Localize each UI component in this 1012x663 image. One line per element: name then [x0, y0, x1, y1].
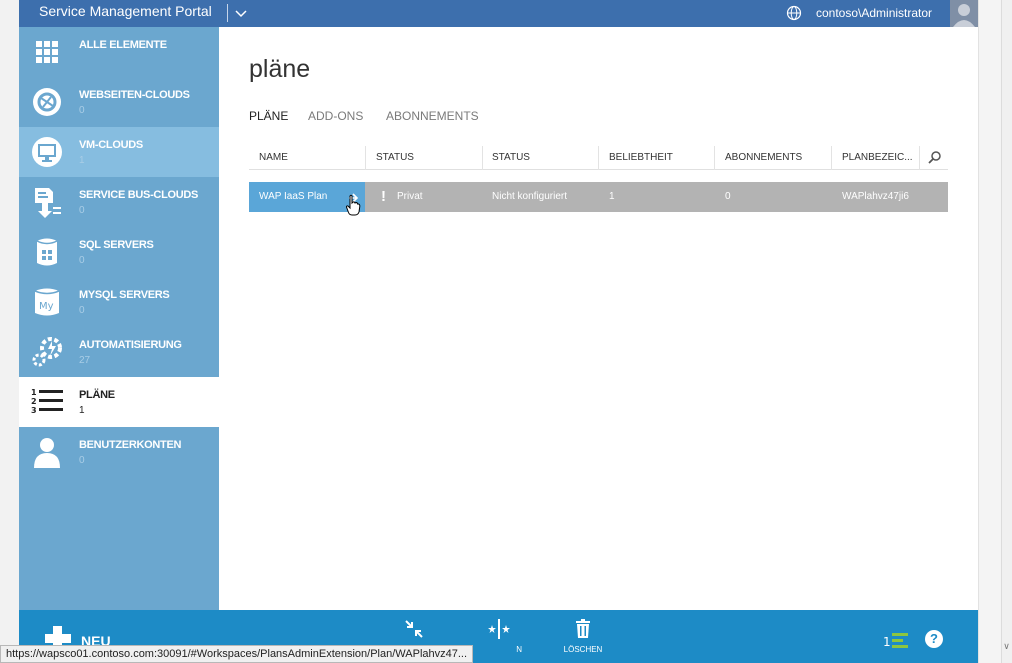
sidebar-item-vm-clouds[interactable]: VM-CLOUDS 1: [19, 127, 219, 177]
sidebar-item-label: ALLE ELEMENTE: [79, 39, 167, 51]
numbered-list-icon: 123: [31, 388, 63, 415]
gears-icon: [32, 337, 62, 367]
column-header-status[interactable]: STATUS: [376, 152, 414, 163]
tab-abonnements[interactable]: ABONNEMENTS: [386, 109, 479, 123]
tab-add-ons[interactable]: ADD-ONS: [308, 109, 363, 123]
numbered-list-icon[interactable]: 1: [883, 630, 913, 652]
svg-text:2: 2: [31, 397, 37, 406]
window-left-margin: [0, 0, 19, 663]
service-bus-icon: [35, 188, 61, 218]
sidebar-item-mysql-servers[interactable]: My MYSQL SERVERS 0: [19, 277, 219, 327]
sidebar-item-label: AUTOMATISIERUNG: [79, 339, 182, 351]
avatar[interactable]: [950, 0, 978, 27]
column-header-beliebtheit[interactable]: BELIEBTHEIT: [609, 152, 673, 163]
globe-icon[interactable]: [786, 5, 802, 21]
title-separator: [227, 4, 228, 22]
column-header-name[interactable]: NAME: [259, 152, 288, 163]
hand-cursor-icon: [345, 194, 361, 216]
svg-text:3: 3: [31, 406, 37, 415]
sidebar-item-sql-servers[interactable]: SQL SERVERS 0: [19, 227, 219, 277]
table-header: NAME STATUS STATUS BELIEBTHEIT ABONNEMEN…: [249, 146, 948, 170]
column-divider: [365, 146, 366, 170]
sidebar-item-label: WEBSEITEN-CLOUDS: [79, 89, 190, 101]
status-bar-url: https://wapsco01.contoso.com:30091/#Work…: [0, 645, 474, 663]
delete-button[interactable]: LÖSCHEN: [558, 618, 608, 658]
sidebar-item-count: 0: [79, 255, 85, 266]
beliebtheit-cell: 1: [609, 191, 615, 202]
sidebar-item-count: 1: [79, 155, 85, 166]
sidebar-item-benutzerkonten[interactable]: BENUTZERKONTEN 0: [19, 427, 219, 477]
delete-button-label: LÖSCHEN: [563, 645, 603, 654]
collapse-arrows-icon: [405, 620, 423, 638]
sidebar-item-count: 27: [79, 355, 91, 366]
sidebar-item-count: 0: [79, 205, 85, 216]
sidebar-item-service-bus-clouds[interactable]: SERVICE BUS-CLOUDS 0: [19, 177, 219, 227]
tab-plaene[interactable]: PLÄNE: [249, 109, 288, 123]
sidebar-item-label: MYSQL SERVERS: [79, 289, 170, 301]
split-stars-icon: [488, 619, 510, 639]
sidebar-item-count: 0: [79, 305, 85, 316]
chevron-down-icon[interactable]: [233, 3, 249, 23]
user-avatar-icon: [953, 4, 975, 27]
column-divider: [482, 146, 483, 170]
user-name[interactable]: contoso\Administrator: [816, 6, 932, 20]
column-divider: [831, 146, 832, 170]
planbezeichnung-cell: WAPlahvz47ji6: [842, 191, 909, 202]
portal-title[interactable]: Service Management Portal: [39, 3, 212, 19]
status-cell: Privat: [397, 191, 423, 202]
sidebar: ALLE ELEMENTE WEBSEITEN-CLOUDS 0 VM-CLOU…: [19, 27, 219, 610]
warning-icon: !: [381, 188, 386, 205]
column-header-abonnements[interactable]: ABONNEMENTS: [725, 152, 802, 163]
split-button-label: N: [516, 645, 522, 654]
grid-icon: [36, 41, 58, 63]
name-cell[interactable]: WAP IaaS Plan: [249, 182, 365, 216]
sidebar-item-count: 0: [79, 455, 85, 466]
trash-icon: [576, 619, 590, 638]
column-divider: [598, 146, 599, 170]
sql-database-icon: [36, 238, 58, 266]
plan-name[interactable]: WAP IaaS Plan: [259, 191, 327, 202]
monitor-icon: [32, 137, 62, 167]
column-divider: [919, 146, 920, 170]
table-row[interactable]: WAP IaaS Plan ! Privat Nicht konfigurier…: [249, 182, 948, 216]
abonnements-cell: 0: [725, 191, 731, 202]
svg-text:My: My: [39, 301, 54, 312]
split-button[interactable]: N: [474, 618, 524, 658]
sidebar-item-count: 0: [79, 105, 85, 116]
search-icon[interactable]: [927, 149, 943, 165]
sidebar-item-plaene[interactable]: 123 PLÄNE 1: [19, 377, 219, 427]
sidebar-item-label: PLÄNE: [79, 389, 115, 401]
sidebar-item-label: BENUTZERKONTEN: [79, 439, 182, 451]
user-icon: [34, 438, 60, 468]
status2-cell: Nicht konfiguriert: [492, 191, 568, 202]
column-header-status-2[interactable]: STATUS: [492, 152, 530, 163]
svg-text:1: 1: [883, 635, 891, 649]
sidebar-item-label: SQL SERVERS: [79, 239, 154, 251]
page-title: pläne: [249, 55, 311, 83]
column-header-planbezeichnung[interactable]: PLANBEZEIC...: [842, 152, 913, 163]
top-bar: Service Management Portal contoso\Admini…: [19, 0, 978, 27]
scroll-down-arrow-icon[interactable]: ∨: [1001, 640, 1012, 652]
main-content: pläne PLÄNE ADD-ONS ABONNEMENTS NAME STA…: [219, 27, 978, 610]
plans-table: NAME STATUS STATUS BELIEBTHEIT ABONNEMEN…: [249, 146, 948, 216]
column-divider: [714, 146, 715, 170]
sidebar-item-count: 1: [79, 405, 85, 416]
mysql-database-icon: My: [34, 288, 60, 316]
sidebar-item-label: SERVICE BUS-CLOUDS: [79, 189, 199, 201]
svg-text:1: 1: [31, 388, 37, 397]
sidebar-item-alle-elemente[interactable]: ALLE ELEMENTE: [19, 27, 219, 77]
websites-icon: [33, 88, 61, 116]
sidebar-item-label: VM-CLOUDS: [79, 139, 143, 151]
vertical-scrollbar[interactable]: [1001, 0, 1012, 663]
sidebar-item-automatisierung[interactable]: AUTOMATISIERUNG 27: [19, 327, 219, 377]
sidebar-item-webseiten-clouds[interactable]: WEBSEITEN-CLOUDS 0: [19, 77, 219, 127]
help-icon[interactable]: ?: [925, 630, 943, 648]
